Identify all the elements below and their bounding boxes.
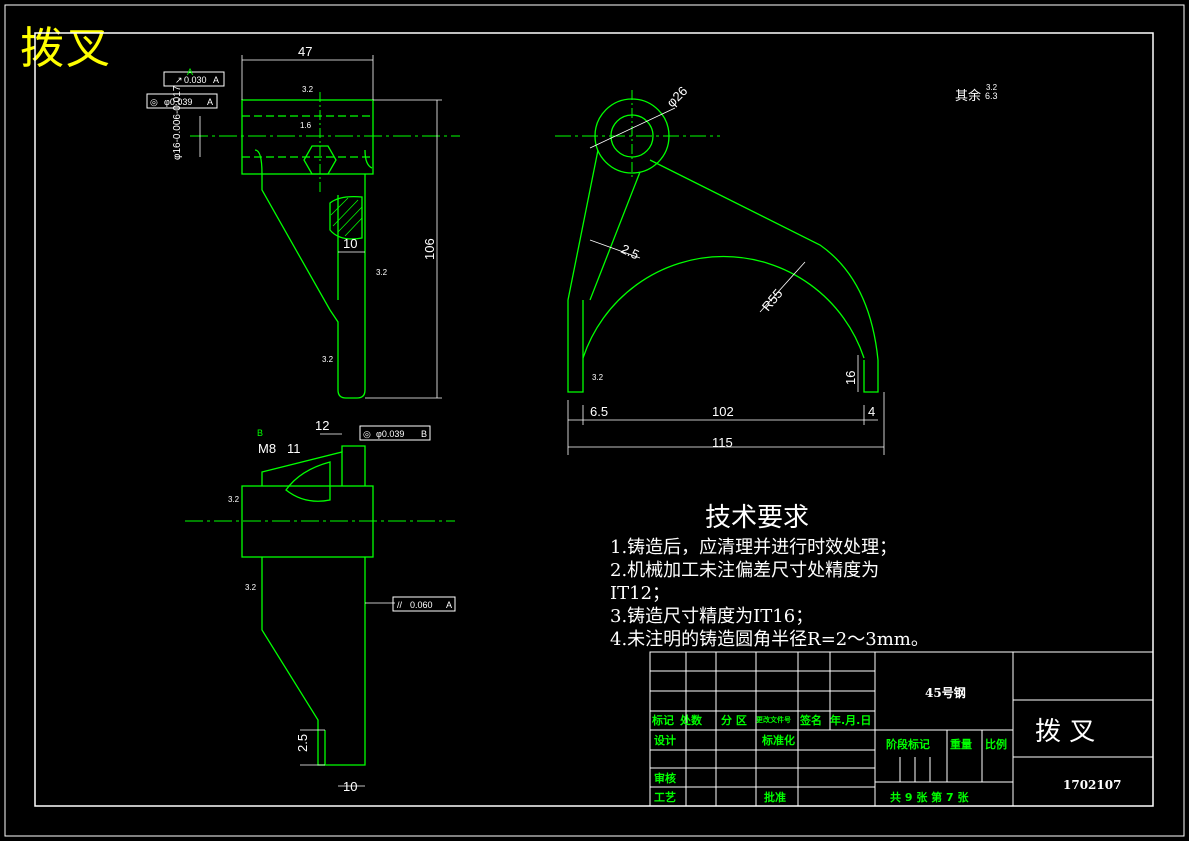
dim-25a: 2.5 xyxy=(619,241,642,262)
tb-approve: 批准 xyxy=(764,790,786,804)
tol-runout-datum: A xyxy=(213,75,219,85)
dim-25b: 2.5 xyxy=(295,734,310,752)
tech-req-line-5: 4.未注明的铸造圆角半径R=2～3mm。 xyxy=(610,629,929,650)
dim-12: 12 xyxy=(315,418,329,433)
roughness-6: 3.2 xyxy=(228,495,240,504)
roughness-1: 3.2 xyxy=(302,85,314,94)
dim-65: 6.5 xyxy=(590,404,608,419)
tb-mark: 标记 xyxy=(651,713,674,727)
dim-r55: R55 xyxy=(759,286,786,314)
datum-b-mark: B xyxy=(257,428,263,438)
fork-view xyxy=(555,90,885,455)
tb-process: 工艺 xyxy=(654,790,676,804)
tb-design: 设计 xyxy=(654,733,676,747)
tb-review: 审核 xyxy=(654,771,676,785)
surface-note-label: 其余 xyxy=(955,88,981,104)
roughness-3: 3.2 xyxy=(376,268,388,277)
concentricity-icon: ◎ xyxy=(150,97,158,107)
tb-part-name: 拨 叉 xyxy=(1035,717,1095,747)
side-view xyxy=(185,433,455,787)
tb-stage: 阶段标记 xyxy=(886,737,930,751)
tol-conc2-value: φ0.039 xyxy=(376,429,404,439)
front-view xyxy=(190,55,460,399)
tb-zone: 分 区 xyxy=(721,713,747,727)
dim-x11: 11 xyxy=(287,441,301,456)
tolerance-frames xyxy=(146,71,456,612)
tb-scale: 比例 xyxy=(985,737,1007,751)
roughness-5: 3.2 xyxy=(592,373,604,382)
dim-16: 16 xyxy=(843,371,858,385)
dim-102: 102 xyxy=(712,404,734,419)
roughness-4: 3.2 xyxy=(322,355,334,364)
runout-icon: ↗ xyxy=(175,75,183,85)
tb-weight: 重量 xyxy=(950,737,972,751)
dim-m8: M8 xyxy=(258,441,276,456)
tb-sheets: 共 9 张 第 7 张 xyxy=(890,790,969,804)
tol-conc1-value: φ0.039 xyxy=(164,97,192,107)
tb-material: 45号钢 xyxy=(925,685,966,700)
inner-frame xyxy=(34,32,1154,807)
concentricity-icon-2: ◎ xyxy=(363,429,371,439)
roughness-2: 1.6 xyxy=(300,121,312,130)
dim-106: 106 xyxy=(422,238,437,260)
dim-4: 4 xyxy=(868,404,875,419)
tb-doc: 更改文件号 xyxy=(756,715,791,724)
tb-sign: 签名 xyxy=(799,713,822,727)
tb-count: 处数 xyxy=(679,713,703,727)
tol-conc1-datum: A xyxy=(207,97,213,107)
tb-drawing-no: 1702107 xyxy=(1063,778,1121,792)
tb-date: 年.月.日 xyxy=(830,713,871,727)
dim-10b: 10 xyxy=(343,779,357,794)
roughness-7: 3.2 xyxy=(245,583,257,592)
tol-parallel-value: 0.060 xyxy=(410,600,433,610)
tol-parallel-datum: A xyxy=(446,600,452,610)
tol-runout-value: 0.030 xyxy=(184,75,207,85)
drawing-sheet: 47 10 106 φ16-0.006-0.017 φ26 2.5 R55 16… xyxy=(4,4,1185,837)
dim-phi26: φ26 xyxy=(664,83,691,110)
surface-note-value: 6.3 xyxy=(985,91,998,101)
parallel-icon: // xyxy=(397,600,403,610)
dim-115: 115 xyxy=(712,435,733,450)
dim-47: 47 xyxy=(298,44,312,59)
dim-10a: 10 xyxy=(343,236,357,251)
tech-req-heading: 技术要求 xyxy=(705,503,810,533)
tol-conc2-datum: B xyxy=(421,429,427,439)
tb-standard: 标准化 xyxy=(761,733,795,747)
